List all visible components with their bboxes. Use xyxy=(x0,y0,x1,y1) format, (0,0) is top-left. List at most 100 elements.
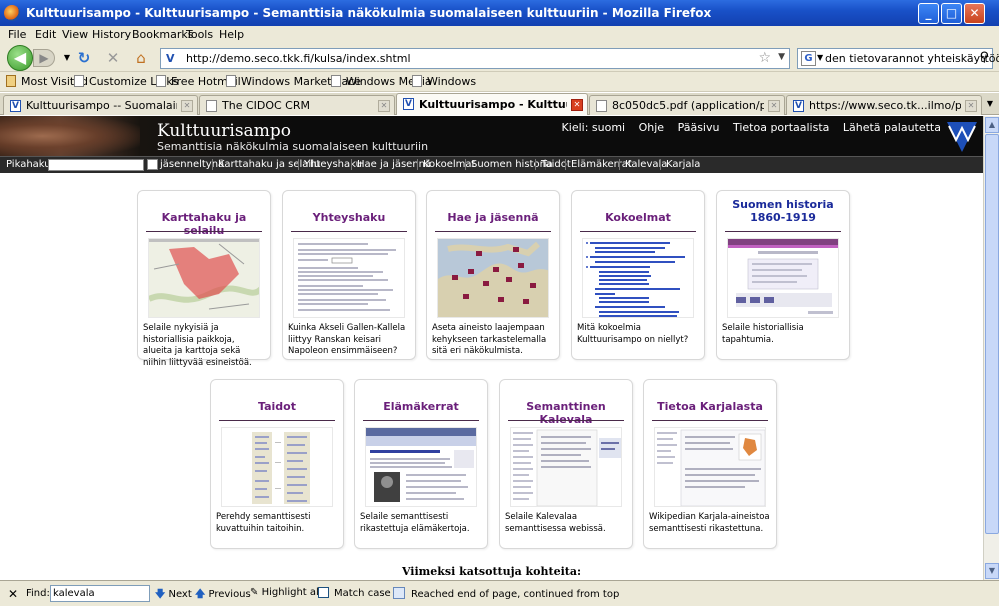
tab-strip: V Kulttuurisampo -- Suomalainen kulttu..… xyxy=(0,93,999,115)
help-link[interactable]: Ohje xyxy=(639,121,664,134)
menu-help[interactable]: Help xyxy=(219,28,244,41)
language-link[interactable]: Kieli: suomi xyxy=(562,121,626,134)
card-description: Perehdy semanttisesti kuvattuihin taitoi… xyxy=(216,512,311,534)
close-window-button[interactable]: ✕ xyxy=(964,3,985,24)
card-thumbnail[interactable] xyxy=(727,238,839,318)
search-icon[interactable]: ⚲ xyxy=(979,50,989,65)
tab-kulttuurisampo-suomalainen[interactable]: V Kulttuurisampo -- Suomalainen kulttu..… xyxy=(3,95,198,115)
menu-bookmarks[interactable]: Bookmarks xyxy=(132,28,193,41)
tab-seco-participants[interactable]: V https://www.seco.tk...ilmo/participant… xyxy=(786,95,982,115)
menu-tools[interactable]: Tools xyxy=(186,28,213,41)
card-collections[interactable]: Kokoelmat Mitä kokoelmia Kulttuurisampo … xyxy=(571,190,705,360)
card-search-structure[interactable]: Hae ja jäsennä Aseta aineisto laajempaan… xyxy=(426,190,560,360)
tab-kulttuurisampo-active[interactable]: V Kulttuurisampo - Kulttuurisampo - ... … xyxy=(396,93,588,115)
search-box[interactable]: G ▼ den tietovarannot yhteiskäyttöön ⚲ xyxy=(797,48,999,69)
card-thumbnail[interactable] xyxy=(221,427,333,507)
site-title[interactable]: Kulttuurisampo xyxy=(157,121,291,141)
maximize-button[interactable]: □ xyxy=(941,3,962,24)
menu-edit[interactable]: Edit xyxy=(35,28,56,41)
highlight-all-button[interactable]: ✎ Highlight all xyxy=(250,587,322,598)
scroll-thumb[interactable] xyxy=(985,134,999,534)
home-icon[interactable]: ⌂ xyxy=(132,49,150,67)
vertical-scrollbar[interactable]: ▲ ▼ xyxy=(983,116,999,580)
bookmark-star-icon[interactable]: ☆ xyxy=(758,50,771,66)
tab-close-icon[interactable]: ✕ xyxy=(768,100,780,112)
card-title[interactable]: Kokoelmat xyxy=(576,211,700,224)
card-title[interactable]: Tietoa Karjalasta xyxy=(648,400,772,413)
card-thumbnail[interactable] xyxy=(582,238,694,318)
nav-link-karjala[interactable]: Karjala xyxy=(660,159,700,170)
minimize-button[interactable]: _ xyxy=(918,3,939,24)
card-title[interactable]: Elämäkerrat xyxy=(359,400,483,413)
tab-pdf-object[interactable]: 8c050dc5.pdf (application/pdf Object) ✕ xyxy=(589,95,785,115)
folder-icon xyxy=(6,75,16,87)
header-painting xyxy=(0,116,140,156)
page-icon xyxy=(226,75,236,87)
card-thumbnail[interactable] xyxy=(654,427,766,507)
send-feedback-link[interactable]: Lähetä palautetta xyxy=(843,121,941,134)
menu-file[interactable]: File xyxy=(8,28,26,41)
tab-close-icon[interactable]: ✕ xyxy=(965,100,977,112)
card-thumbnail[interactable] xyxy=(293,238,405,318)
card-biographies[interactable]: Elämäkerrat Selaile semanttisesti rikast… xyxy=(354,379,488,549)
match-case-checkbox[interactable]: Match case xyxy=(318,587,391,599)
tab-list-dropdown-icon[interactable]: ▼ xyxy=(983,96,997,112)
card-title[interactable]: Taidot xyxy=(215,400,339,413)
search-engine-icon[interactable]: G xyxy=(801,51,816,66)
window-title-bar: Kulttuurisampo - Kulttuurisampo - Semant… xyxy=(0,0,999,26)
site-favicon-icon: V xyxy=(10,100,21,112)
history-dropdown-icon[interactable]: ▼ xyxy=(58,49,76,67)
structured-checkbox[interactable] xyxy=(147,159,158,170)
url-dropdown-icon[interactable]: ▼ xyxy=(778,52,785,62)
bookmark-windows[interactable]: Windows xyxy=(412,75,476,88)
tab-close-icon[interactable]: ✕ xyxy=(378,100,390,112)
card-finnish-history[interactable]: Suomen historia 1860-1919 Selaile histori… xyxy=(716,190,850,360)
page-icon xyxy=(156,75,166,87)
card-title[interactable]: Yhteyshaku xyxy=(287,211,411,224)
card-title[interactable]: Suomen historia 1860-1919 xyxy=(721,198,845,224)
card-title[interactable]: Hae ja jäsennä xyxy=(431,211,555,224)
find-next-button[interactable]: 🡇 Next xyxy=(155,587,192,604)
menu-history[interactable]: History xyxy=(92,28,131,41)
card-thumbnail[interactable] xyxy=(148,238,260,318)
main-page-link[interactable]: Pääsivu xyxy=(678,121,720,134)
card-title[interactable]: Karttahaku ja selailu xyxy=(142,211,266,237)
stop-icon[interactable]: ✕ xyxy=(104,49,122,67)
search-engine-dropdown-icon[interactable]: ▼ xyxy=(817,53,823,62)
card-connection-search[interactable]: Yhteyshaku Kuinka Akseli Gallen-Kallela … xyxy=(282,190,416,360)
card-description: Selaile nykyisiä ja historiallisia paikk… xyxy=(143,323,252,368)
reload-icon[interactable]: ↻ xyxy=(75,49,93,67)
card-skills[interactable]: Taidot Perehdy semanttisesti kuvattuihin… xyxy=(210,379,344,549)
card-thumbnail[interactable] xyxy=(437,238,549,318)
site-subtitle: Semanttisia näkökulmia suomalaiseen kult… xyxy=(157,140,429,153)
highlighter-icon: ✎ xyxy=(250,587,259,598)
card-karelia-info[interactable]: Tietoa Karjalasta Wikipedian Karjala-ain… xyxy=(643,379,777,549)
tab-close-icon[interactable]: ✕ xyxy=(181,100,193,112)
arrow-down-icon: 🡇 xyxy=(155,589,166,600)
page-icon xyxy=(331,75,341,87)
quick-search-bar: Pikahaku: jäsenneltynä Karttahaku ja sel… xyxy=(0,156,983,173)
card-thumbnail[interactable] xyxy=(365,427,477,507)
find-input[interactable] xyxy=(50,585,150,602)
card-map-search[interactable]: Karttahaku ja selailu Selaile nykyisiä j… xyxy=(137,190,271,368)
seco-logo-icon[interactable] xyxy=(945,118,979,154)
menu-view[interactable]: View xyxy=(62,28,88,41)
url-text: http://demo.seco.tkk.fi/kulsa/index.shtm… xyxy=(186,52,411,65)
find-previous-button[interactable]: 🡅 Previous xyxy=(195,587,251,604)
card-title[interactable]: Semanttinen Kalevala xyxy=(504,400,628,426)
bookmarks-toolbar: Most Visited Customize Links Free Hotmai… xyxy=(0,72,999,92)
card-semantic-kalevala[interactable]: Semanttinen Kalevala Selaile Kalevalaa s… xyxy=(499,379,633,549)
tab-cidoc-crm[interactable]: The CIDOC CRM ✕ xyxy=(199,95,395,115)
quick-search-input[interactable] xyxy=(48,159,144,171)
back-button[interactable]: ◀ xyxy=(7,45,33,71)
forward-button[interactable]: ▶ xyxy=(33,49,55,67)
scroll-down-icon[interactable]: ▼ xyxy=(985,563,999,579)
url-bar[interactable]: V http://demo.seco.tkk.fi/kulsa/index.sh… xyxy=(160,48,790,69)
about-portal-link[interactable]: Tietoa portaalista xyxy=(733,121,829,134)
tab-close-icon[interactable]: ✕ xyxy=(571,99,583,111)
page-icon xyxy=(412,75,422,87)
close-find-bar-icon[interactable]: ✕ xyxy=(8,587,18,601)
card-thumbnail[interactable] xyxy=(510,427,622,507)
navigation-toolbar: ◀ ▶ ▼ ↻ ✕ ⌂ V http://demo.seco.tkk.fi/ku… xyxy=(0,44,999,72)
scroll-up-icon[interactable]: ▲ xyxy=(985,117,999,133)
